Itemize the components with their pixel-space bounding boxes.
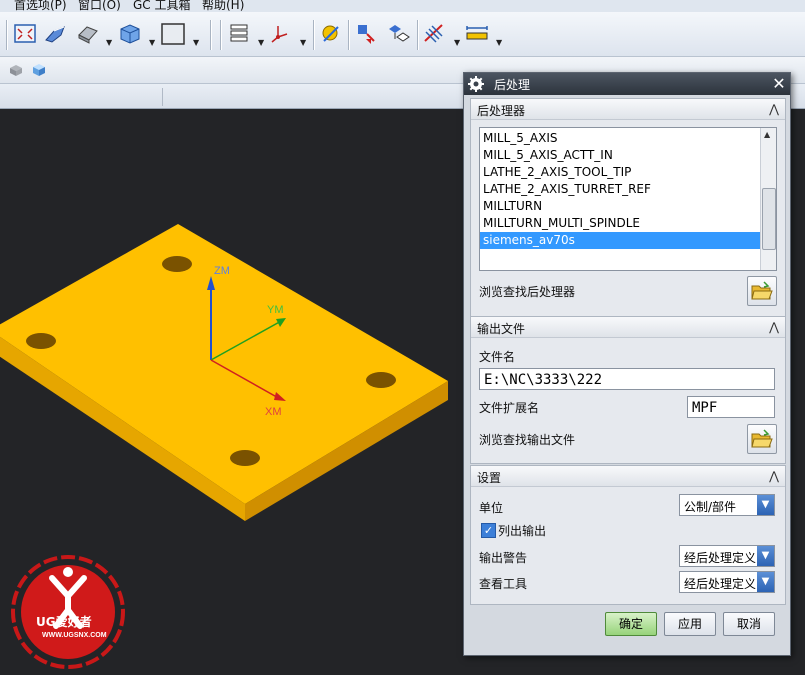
group-title: 设置	[477, 471, 502, 485]
review-tool-select[interactable]: 经后处理定义 ▼	[679, 571, 775, 593]
browse-postprocessor-button[interactable]	[747, 276, 777, 306]
unit-label: 单位	[479, 501, 504, 515]
output-warning-value: 经后处理定义	[684, 551, 757, 565]
review-tool-label: 查看工具	[479, 577, 528, 591]
wcs-icon[interactable]	[268, 21, 294, 47]
list-output-label: 列出输出	[498, 524, 547, 538]
chevron-down-icon[interactable]: ▼	[258, 38, 264, 47]
hole	[230, 450, 260, 466]
chevron-down-icon[interactable]: ▼	[193, 38, 199, 47]
toolbar-separator	[348, 20, 349, 50]
browse-output-button[interactable]	[747, 424, 777, 454]
browse-postprocessor-label: 浏览查找后处理器	[479, 285, 576, 299]
chevron-down-icon[interactable]: ▼	[106, 38, 112, 47]
x-axis-label: XM	[265, 406, 282, 418]
list-item[interactable]: MILL_5_AXIS	[480, 130, 763, 147]
toolbar-separator	[6, 20, 7, 50]
orient-view-icon[interactable]	[117, 21, 143, 47]
postprocess-icon[interactable]	[385, 21, 411, 47]
logo-brand: UG爱好者	[36, 614, 92, 629]
list-output-checkbox[interactable]: ✓	[481, 523, 496, 538]
toolbar-separator	[313, 20, 314, 50]
tab-divider	[162, 88, 163, 106]
ok-button[interactable]: 确定	[605, 612, 657, 636]
layer-icon[interactable]	[226, 21, 252, 47]
cancel-button[interactable]: 取消	[723, 612, 775, 636]
menu-bar: 首选项(P) 窗口(O) GC 工具箱 帮助(H)	[0, 0, 805, 12]
menu-help[interactable]: 帮助(H)	[202, 0, 244, 12]
browse-output-label: 浏览查找输出文件	[479, 433, 576, 447]
review-tool-value: 经后处理定义	[684, 577, 757, 591]
dialog-title-bar[interactable]: 后处理 ✕	[464, 73, 790, 95]
collapse-icon[interactable]: ⋀	[769, 102, 779, 116]
hole	[162, 256, 192, 272]
unit-select[interactable]: 公制/部件 ▼	[679, 494, 775, 516]
hole	[26, 333, 56, 349]
render-style-icon[interactable]	[75, 21, 101, 47]
list-item[interactable]: MILLTURN	[480, 198, 763, 215]
group-title: 后处理器	[477, 104, 526, 118]
output-warning-select[interactable]: 经后处理定义 ▼	[679, 545, 775, 567]
postprocessor-list[interactable]: MILL_5_AXIS MILL_5_AXIS_ACTT_IN LATHE_2_…	[479, 127, 777, 271]
shop-doc-icon[interactable]	[422, 21, 448, 47]
settings-group-header[interactable]: 设置 ⋀	[471, 466, 785, 487]
ugsnx-logo: UG爱好者 WWW.UGSNX.COM	[11, 555, 125, 669]
close-icon[interactable]: ✕	[770, 75, 788, 93]
list-item[interactable]: MILLTURN_MULTI_SPINDLE	[480, 215, 763, 232]
toolbar-separator	[210, 20, 211, 50]
extension-input[interactable]: MPF	[687, 396, 775, 418]
gray-solid-icon[interactable]	[8, 62, 24, 78]
gear-icon[interactable]	[468, 76, 484, 92]
output-warning-label: 输出警告	[479, 551, 528, 565]
list-item[interactable]: LATHE_2_AXIS_TURRET_REF	[480, 181, 763, 198]
chevron-down-icon[interactable]: ▼	[300, 38, 306, 47]
dialog-title: 后处理	[494, 78, 531, 92]
y-axis-label: YM	[267, 304, 284, 316]
output-file-group: 输出文件 ⋀ 文件名 E:\NC\3333\222 文件扩展名 MPF 浏览查找…	[470, 316, 786, 464]
menu-gc-toolbox[interactable]: GC 工具箱	[133, 0, 191, 12]
collapse-icon[interactable]: ⋀	[769, 469, 779, 483]
background-icon[interactable]	[160, 21, 186, 47]
chevron-down-icon[interactable]: ▼	[149, 38, 155, 47]
scrollbar-thumb[interactable]	[762, 188, 776, 250]
unit-value: 公制/部件	[684, 500, 737, 514]
hole	[366, 372, 396, 388]
list-item-selected[interactable]: siemens_av70s	[480, 232, 763, 249]
postprocessor-group-header[interactable]: 后处理器 ⋀	[471, 99, 785, 120]
fit-view-icon[interactable]	[12, 21, 38, 47]
logo-url: WWW.UGSNX.COM	[42, 632, 107, 639]
shaded-edges-icon[interactable]	[42, 21, 68, 47]
postprocessor-group: 后处理器 ⋀ MILL_5_AXIS MILL_5_AXIS_ACTT_IN L…	[470, 98, 786, 318]
folder-open-icon	[751, 429, 773, 448]
main-toolbar: ▼ ▼ ▼ ▼ ▼ ▼ ▼	[0, 12, 805, 57]
apply-button[interactable]: 应用	[664, 612, 716, 636]
collapse-icon[interactable]: ⋀	[769, 320, 779, 334]
chevron-down-icon[interactable]: ▼	[496, 38, 502, 47]
menu-preferences[interactable]: 首选项(P)	[14, 0, 67, 12]
filename-input[interactable]: E:\NC\3333\222	[479, 368, 775, 390]
output-file-group-header[interactable]: 输出文件 ⋀	[471, 317, 785, 338]
scroll-up-icon[interactable]: ▲	[764, 130, 770, 139]
list-item[interactable]: LATHE_2_AXIS_TOOL_TIP	[480, 164, 763, 181]
group-title: 输出文件	[477, 322, 526, 336]
extension-label: 文件扩展名	[479, 401, 540, 415]
list-scrollbar[interactable]: ▲	[760, 128, 776, 270]
settings-group: 设置 ⋀ 单位 公制/部件 ▼ ✓ 列出输出 输出警告 经后处理定义 ▼ 查看工…	[470, 465, 786, 605]
list-item[interactable]: MILL_5_AXIS_ACTT_IN	[480, 147, 763, 164]
menu-window[interactable]: 窗口(O)	[78, 0, 121, 12]
measure-icon[interactable]	[464, 21, 490, 47]
chevron-down-icon[interactable]: ▼	[757, 572, 774, 592]
toolbar-separator	[220, 20, 221, 50]
chevron-down-icon[interactable]: ▼	[757, 546, 774, 566]
snap-icon[interactable]	[318, 21, 344, 47]
toolbar-separator	[417, 20, 418, 50]
filename-label: 文件名	[479, 350, 516, 364]
folder-open-icon	[751, 281, 773, 300]
postprocess-dialog: 后处理 ✕ 后处理器 ⋀ MILL_5_AXIS MILL_5_AXIS_ACT…	[463, 72, 791, 656]
chevron-down-icon[interactable]: ▼	[454, 38, 460, 47]
blue-solid-icon[interactable]	[31, 62, 47, 78]
chevron-down-icon[interactable]: ▼	[757, 495, 774, 515]
z-axis-label: ZM	[214, 265, 230, 277]
toolpath-verify-icon[interactable]	[353, 21, 379, 47]
